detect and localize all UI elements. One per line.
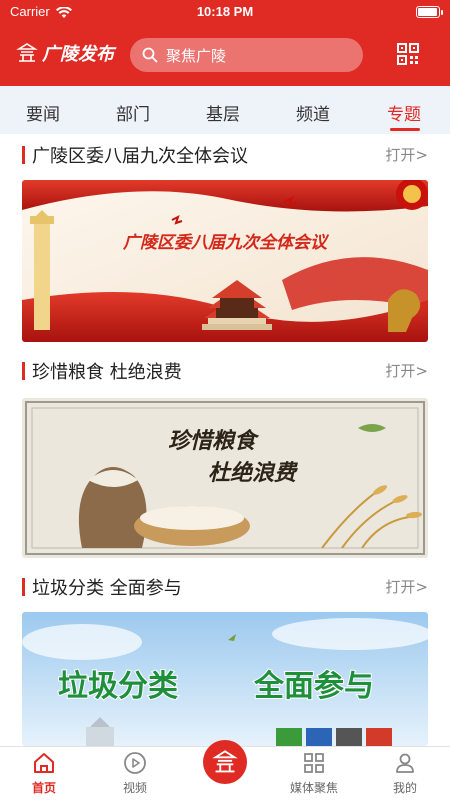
section-accent-bar	[22, 146, 25, 164]
open-link[interactable]: 打开>	[385, 576, 428, 597]
open-link[interactable]: 打开>	[385, 144, 428, 165]
bottom-nav: 首页 视频 媒体聚焦 我的	[0, 740, 450, 800]
qr-scan-icon[interactable]	[396, 42, 420, 66]
search-placeholder: 聚焦广陵	[166, 46, 227, 65]
nav-home[interactable]: 首页	[9, 751, 79, 796]
nav-media-focus[interactable]: 媒体聚焦	[279, 751, 349, 796]
banner-food-line1: 珍惜粮食	[168, 428, 260, 454]
temple-logo-icon	[16, 43, 38, 62]
temple-logo-icon	[212, 750, 238, 773]
banner-plenary-text: 广陵区委八届九次全体会议	[122, 233, 330, 253]
brand-name: 广陵发布	[42, 44, 114, 65]
nav-label: 我的	[392, 781, 417, 795]
tab-yaowen[interactable]: 要闻	[26, 100, 60, 125]
status-bar: Carrier 10:18 PM	[0, 0, 450, 24]
category-tabs: 要闻 部门 基层 频道 专题	[0, 86, 450, 134]
nav-label: 视频	[122, 781, 147, 795]
battery-icon	[416, 6, 443, 18]
banner-plenary[interactable]: 广陵区委八届九次全体会议	[22, 180, 428, 342]
home-icon	[34, 753, 54, 773]
section-header-waste: 垃圾分类 全面参与 打开>	[22, 574, 428, 602]
banner-waste-line2: 全面参与	[253, 669, 374, 704]
banner-waste-art: 垃圾分类 全面参与	[22, 612, 428, 746]
section-accent-bar	[22, 362, 25, 380]
status-time: 10:18 PM	[196, 4, 254, 19]
center-logo-button[interactable]	[203, 740, 247, 784]
tab-zhuanti[interactable]: 专题	[387, 100, 421, 125]
open-link[interactable]: 打开>	[385, 360, 428, 381]
tab-pindao[interactable]: 频道	[296, 100, 330, 125]
nav-video[interactable]: 视频	[100, 751, 170, 796]
section-header-food: 珍惜粮食 杜绝浪费 打开>	[22, 358, 428, 386]
nav-label: 首页	[31, 781, 56, 795]
section-header-plenary: 广陵区委八届九次全体会议 打开>	[22, 142, 428, 170]
play-circle-icon	[124, 752, 146, 774]
brand-logo: 广陵发布	[16, 40, 114, 66]
app-screen: Carrier 10:18 PM 广陵发布 聚焦广陵 要闻 部门 基层 频道 专…	[0, 0, 450, 800]
search-icon	[142, 47, 158, 63]
section-title: 广陵区委八届九次全体会议	[32, 146, 248, 167]
grid-icon	[304, 753, 324, 773]
banner-waste-line1: 垃圾分类	[58, 669, 178, 704]
search-bar[interactable]: 聚焦广陵	[130, 38, 363, 72]
banner-plenary-art: 广陵区委八届九次全体会议	[22, 180, 428, 342]
active-tab-indicator	[390, 128, 420, 131]
banner-waste[interactable]: 垃圾分类 全面参与	[22, 612, 428, 746]
section-title: 珍惜粮食 杜绝浪费	[32, 362, 182, 383]
top-header: Carrier 10:18 PM 广陵发布 聚焦广陵	[0, 0, 450, 86]
user-icon	[396, 753, 414, 773]
wifi-icon	[56, 4, 72, 23]
section-accent-bar	[22, 578, 25, 596]
tab-bumen[interactable]: 部门	[116, 100, 150, 125]
banner-food-art: 珍惜粮食 杜绝浪费	[22, 398, 428, 558]
nav-mine[interactable]: 我的	[370, 751, 440, 796]
banner-food-line2: 杜绝浪费	[208, 460, 298, 486]
section-title: 垃圾分类 全面参与	[32, 578, 182, 599]
carrier-label: Carrier	[10, 4, 50, 19]
tab-jiceng[interactable]: 基层	[206, 100, 240, 125]
nav-label: 媒体聚焦	[289, 781, 338, 795]
banner-food[interactable]: 珍惜粮食 杜绝浪费	[22, 398, 428, 558]
